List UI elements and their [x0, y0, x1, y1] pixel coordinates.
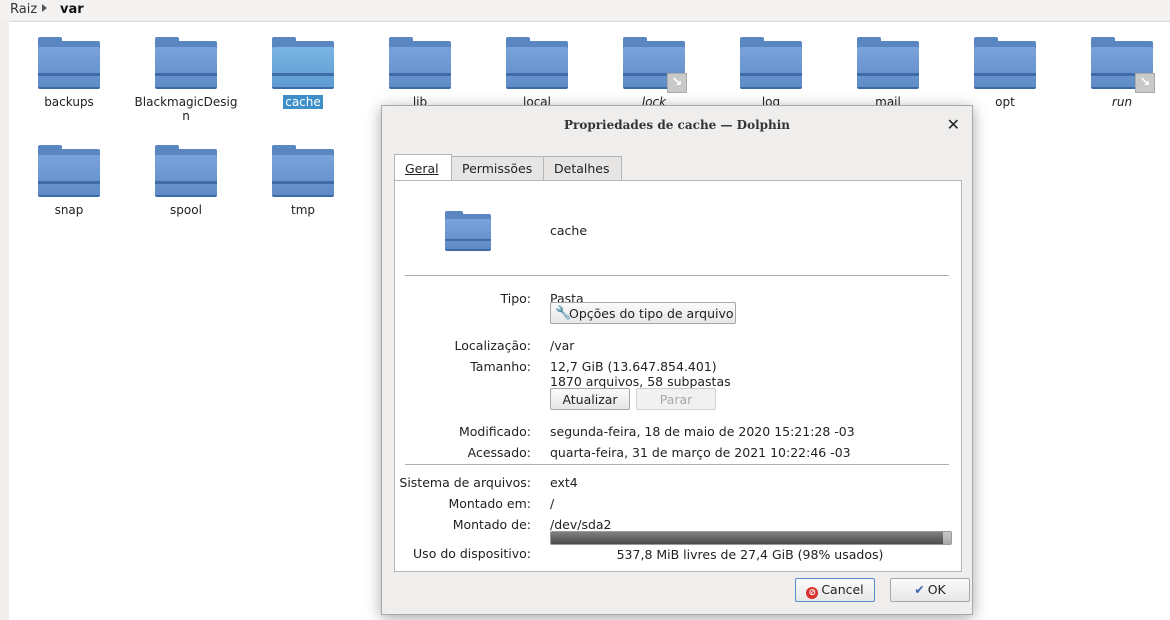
mounted-from-label: Montado de:: [452, 517, 531, 532]
file-name-text: tmp: [290, 203, 315, 217]
file-item[interactable]: backups: [14, 37, 124, 109]
file-item[interactable]: log: [716, 37, 826, 109]
modified-value: segunda-feira, 18 de maio de 2020 15:21:…: [550, 424, 855, 439]
folder-icon: [857, 37, 919, 89]
file-name-text: cache: [283, 95, 323, 109]
file-name-text: snap: [54, 203, 84, 217]
folder-icon: [38, 37, 100, 89]
folder-icon[interactable]: [445, 211, 491, 251]
file-item[interactable]: tmp: [248, 145, 358, 217]
file-item[interactable]: ↘ lock: [599, 37, 709, 109]
accessed-value: quarta-feira, 31 de março de 2021 10:22:…: [550, 445, 851, 460]
file-type-options-button[interactable]: 🔧 Opções do tipo de arquivo: [550, 302, 736, 324]
dialog-titlebar[interactable]: Propriedades de cache — Dolphin ✕: [382, 106, 972, 144]
file-item[interactable]: lib: [365, 37, 475, 109]
size-detail: 1870 arquivos, 58 subpastas: [550, 374, 731, 389]
mounted-on-value: /: [550, 496, 555, 511]
cancel-label: Cancel: [821, 582, 864, 597]
folder-icon: [506, 37, 568, 89]
file-label: run: [1067, 95, 1170, 109]
file-item[interactable]: ↘ run: [1067, 37, 1170, 109]
file-item[interactable]: local: [482, 37, 592, 109]
cancel-icon: ⊘: [806, 587, 819, 599]
file-label: backups: [14, 95, 124, 109]
cancel-button[interactable]: ⊘ Cancel: [795, 578, 875, 602]
general-panel: cache Tipo: Pasta 🔧 Opções do tipo de ar…: [394, 180, 962, 572]
file-name[interactable]: cache: [550, 223, 587, 238]
file-item[interactable]: spool: [131, 145, 241, 217]
usage-bar: [550, 531, 952, 545]
breadcrumb: Raiz var: [0, 0, 1170, 20]
file-name-text: BlackmagicDesign: [134, 95, 238, 123]
file-item[interactable]: opt: [950, 37, 1060, 109]
usage-bar-fill: [551, 532, 943, 544]
refresh-button[interactable]: Atualizar: [550, 388, 630, 410]
file-label: cache: [248, 95, 358, 109]
breadcrumb-separator-icon[interactable]: [42, 4, 47, 12]
close-icon[interactable]: ✕: [947, 115, 960, 134]
folder-icon: [974, 37, 1036, 89]
divider: [405, 464, 949, 465]
file-item[interactable]: snap: [14, 145, 124, 217]
symlink-icon: ↘: [1135, 73, 1155, 93]
file-label: snap: [14, 203, 124, 217]
symlink-icon: ↘: [667, 73, 687, 93]
folder-icon: [155, 145, 217, 197]
breadcrumb-root[interactable]: Raiz: [10, 2, 37, 17]
filesystem-label: Sistema de arquivos:: [399, 475, 531, 490]
ok-button[interactable]: ✔ OK: [890, 578, 970, 602]
file-label: tmp: [248, 203, 358, 217]
file-name-text: opt: [995, 95, 1015, 109]
size-value: 12,7 GiB (13.647.854.401): [550, 359, 717, 374]
folder-icon: ↘: [1091, 37, 1155, 93]
dialog-title: Propriedades de cache — Dolphin: [563, 118, 791, 132]
folder-icon: [389, 37, 451, 89]
folder-icon: [740, 37, 802, 89]
file-label: spool: [131, 203, 241, 217]
location-value: /var: [550, 338, 575, 353]
size-label: Tamanho:: [470, 359, 531, 374]
tab-geral[interactable]: Geral: [394, 154, 452, 180]
accessed-label: Acessado:: [467, 445, 531, 460]
tab-permissoes[interactable]: Permissões: [451, 156, 545, 180]
usage-text: 537,8 MiB livres de 27,4 GiB (98% usados…: [616, 547, 884, 562]
tab-geral-label: Geral: [405, 161, 439, 176]
file-item[interactable]: cache: [248, 37, 358, 109]
breadcrumb-current[interactable]: var: [60, 2, 84, 17]
file-label: BlackmagicDesign: [131, 95, 241, 123]
usage-label: Uso do dispositivo:: [413, 546, 531, 561]
folder-icon: [272, 37, 334, 89]
ok-label: OK: [927, 582, 946, 597]
folder-icon: [272, 145, 334, 197]
file-name-text: spool: [170, 203, 202, 217]
folder-icon: ↘: [623, 37, 687, 93]
file-item[interactable]: BlackmagicDesign: [131, 37, 241, 123]
divider: [405, 275, 949, 276]
check-icon: ✔: [914, 582, 925, 597]
location-label: Localização:: [454, 338, 531, 353]
type-label: Tipo:: [500, 291, 531, 306]
file-item[interactable]: mail: [833, 37, 943, 109]
wrench-icon: 🔧: [555, 306, 572, 321]
filesystem-value: ext4: [550, 475, 578, 490]
properties-dialog: Propriedades de cache — Dolphin ✕ Geral …: [381, 105, 973, 615]
modified-label: Modificado:: [458, 424, 531, 439]
stop-button[interactable]: Parar: [636, 388, 716, 410]
file-name-text: run: [1111, 95, 1133, 109]
mounted-from-value: /dev/sda2: [550, 517, 612, 532]
tab-detalhes[interactable]: Detalhes: [543, 156, 622, 180]
mounted-on-label: Montado em:: [448, 496, 531, 511]
folder-icon: [155, 37, 217, 89]
folder-icon: [38, 145, 100, 197]
file-name-text: backups: [44, 95, 94, 109]
file-type-options-label: Opções do tipo de arquivo: [569, 306, 734, 321]
